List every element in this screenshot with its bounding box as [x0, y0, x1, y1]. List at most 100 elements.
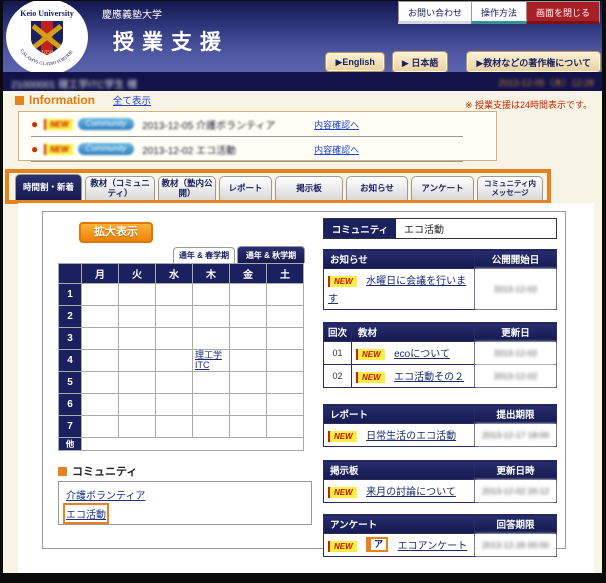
timetable-cell: [230, 284, 267, 306]
tab-spring-term[interactable]: 通年 & 春学期: [173, 247, 235, 263]
period-label: 5: [59, 372, 82, 394]
new-badge: NEW: [44, 144, 73, 155]
period-label: 6: [59, 394, 82, 416]
tab-news[interactable]: お知らせ: [346, 176, 408, 200]
orange-square-icon: [15, 96, 24, 105]
information-item: ● NEW Community 2013-12-05 介護ボランティア 内容確認…: [31, 112, 463, 137]
survey-table: アンケート 回答期限 NEW ア エコアンケート 2013-12-26 00:0…: [323, 514, 557, 557]
tab-materials-community[interactable]: 教材（コミュニティ）: [85, 176, 155, 200]
new-badge: NEW: [328, 487, 357, 498]
community-label: コミュニティ: [324, 219, 396, 238]
material-date: 2013-12-02: [475, 342, 557, 365]
period-label: 3: [59, 328, 82, 350]
timetable-cell: [230, 350, 267, 372]
app-title: 授業支援: [113, 26, 229, 56]
timetable-cell: [82, 350, 119, 372]
day-header: 土: [267, 264, 304, 284]
timetable-cell: [119, 394, 156, 416]
timetable-cell: [156, 372, 193, 394]
timetable-cell: [230, 416, 267, 438]
timetable-cell: [267, 284, 304, 306]
timetable-cell: [193, 394, 230, 416]
timetable-cell: [119, 416, 156, 438]
table-row: NEW 日常生活のエコ活動 2013-12-17 18:00: [324, 424, 557, 447]
information-title: Information: [29, 93, 95, 107]
survey-header: アンケート: [324, 515, 475, 534]
survey-type-icon: ア: [366, 537, 388, 552]
course-link[interactable]: 理工学: [193, 350, 229, 360]
community-detail-panel: コミュニティ エコ活動 お知らせ 公開開始日 NEW 水曜日に会議を行います 2…: [323, 218, 557, 557]
close-screen-button[interactable]: 画面を閉じる: [526, 1, 600, 24]
timetable-cell: [267, 394, 304, 416]
new-badge: NEW: [328, 431, 357, 442]
report-link[interactable]: 日常生活のエコ活動: [366, 431, 456, 442]
materials-date-header: 更新日: [475, 323, 557, 342]
timetable-cell: [267, 306, 304, 328]
main-tab-bar: 時間割・新着 教材（コミュニティ） 教材（塾内公開） レポート 掲示板 お知らせ…: [5, 169, 551, 204]
timetable-cell: [119, 306, 156, 328]
timetable-cell: [193, 416, 230, 438]
new-badge: NEW: [44, 119, 73, 130]
timetable-cell: [193, 306, 230, 328]
timetable-cell: [119, 372, 156, 394]
tab-timetable-new[interactable]: 時間割・新着: [15, 174, 82, 200]
report-table: レポート 提出期限 NEW 日常生活のエコ活動 2013-12-17 18:00: [323, 404, 557, 447]
course-link[interactable]: ITC: [193, 360, 229, 370]
report-date-header: 提出期限: [475, 405, 557, 424]
japanese-button[interactable]: ▶ 日本語: [393, 52, 447, 72]
confirm-content-link[interactable]: 内容確認へ: [314, 118, 359, 131]
survey-link[interactable]: エコアンケート: [398, 541, 468, 552]
tab-survey[interactable]: アンケート: [411, 176, 474, 200]
keio-logo-icon: Keio University 1858 CALAMVS GLADIO FORT…: [6, 1, 88, 75]
materials-no-header: 回次: [324, 323, 352, 342]
bullet-icon: ●: [31, 142, 44, 156]
timetable-cell: [119, 284, 156, 306]
page: Keio University 1858 CALAMVS GLADIO FORT…: [3, 1, 602, 573]
hours-note: ※ 授業支援は24時間表示です。: [465, 98, 592, 111]
show-all-link[interactable]: 全て表示: [113, 93, 151, 107]
board-date: 2013-12-02 20:12: [475, 480, 557, 503]
contact-button[interactable]: お問い合わせ: [398, 1, 472, 24]
community-value: エコ活動: [396, 219, 556, 238]
table-row: 01 NEW ecoについて 2013-12-02: [324, 342, 557, 365]
community-list: 介護ボランティア エコ活動: [58, 481, 312, 525]
table-row: NEW ア エコアンケート 2013-12-26 00:00: [324, 534, 557, 557]
university-name: 慶應義塾大学: [102, 6, 162, 21]
copyright-button[interactable]: ▶教材などの著作権について: [467, 52, 600, 72]
new-badge: NEW: [328, 276, 357, 287]
report-date: 2013-12-17 18:00: [475, 424, 557, 447]
timetable-cell: [267, 328, 304, 350]
day-header: 水: [156, 264, 193, 284]
english-button[interactable]: ▶English: [326, 53, 383, 71]
community-name-box: コミュニティ エコ活動: [323, 218, 557, 239]
community-link-highlighted[interactable]: エコ活動: [66, 506, 106, 521]
timetable: 月 火 水 木 金 土 1 2 3 4: [58, 263, 304, 451]
other-row-label: 他: [59, 438, 82, 451]
tab-community-message[interactable]: コミュニティ内 メッセージ: [477, 176, 543, 200]
timetable-cell: [82, 328, 119, 350]
news-table: お知らせ 公開開始日 NEW 水曜日に会議を行います 2013-12-02: [323, 249, 557, 310]
timetable-cell: [230, 328, 267, 350]
confirm-content-link[interactable]: 内容確認へ: [314, 143, 359, 156]
timetable-cell: [156, 328, 193, 350]
survey-date-header: 回答期限: [475, 515, 557, 534]
tab-report[interactable]: レポート: [219, 176, 272, 200]
board-header: 掲示板: [324, 461, 475, 480]
howto-button[interactable]: 操作方法: [471, 1, 527, 24]
materials-header: 教材: [352, 323, 475, 342]
material-link[interactable]: エコ活動その２: [394, 372, 464, 383]
tab-board[interactable]: 掲示板: [275, 176, 343, 200]
table-row: 02 NEW エコ活動その２ 2013-12-02: [324, 365, 557, 388]
tab-materials-public[interactable]: 教材（塾内公開）: [158, 176, 216, 200]
material-link[interactable]: ecoについて: [394, 349, 450, 360]
board-link[interactable]: 来月の討論について: [366, 487, 456, 498]
community-title: コミュニティ: [72, 463, 137, 479]
day-header: 金: [230, 264, 267, 284]
user-bar: 21000001 理工学ITC学生 様 2013-12-05（木）12:28: [3, 72, 602, 91]
expand-view-button[interactable]: 拡大表示: [79, 222, 153, 243]
main-content: 拡大表示 通年 & 春学期 通年 & 秋学期 月 火 水 木 金 土: [18, 203, 594, 573]
timetable-other-cell: [82, 438, 304, 451]
community-link[interactable]: 介護ボランティア: [66, 487, 145, 502]
tab-fall-term[interactable]: 通年 & 秋学期: [237, 246, 305, 263]
table-row: NEW 来月の討論について 2013-12-02 20:12: [324, 480, 557, 503]
